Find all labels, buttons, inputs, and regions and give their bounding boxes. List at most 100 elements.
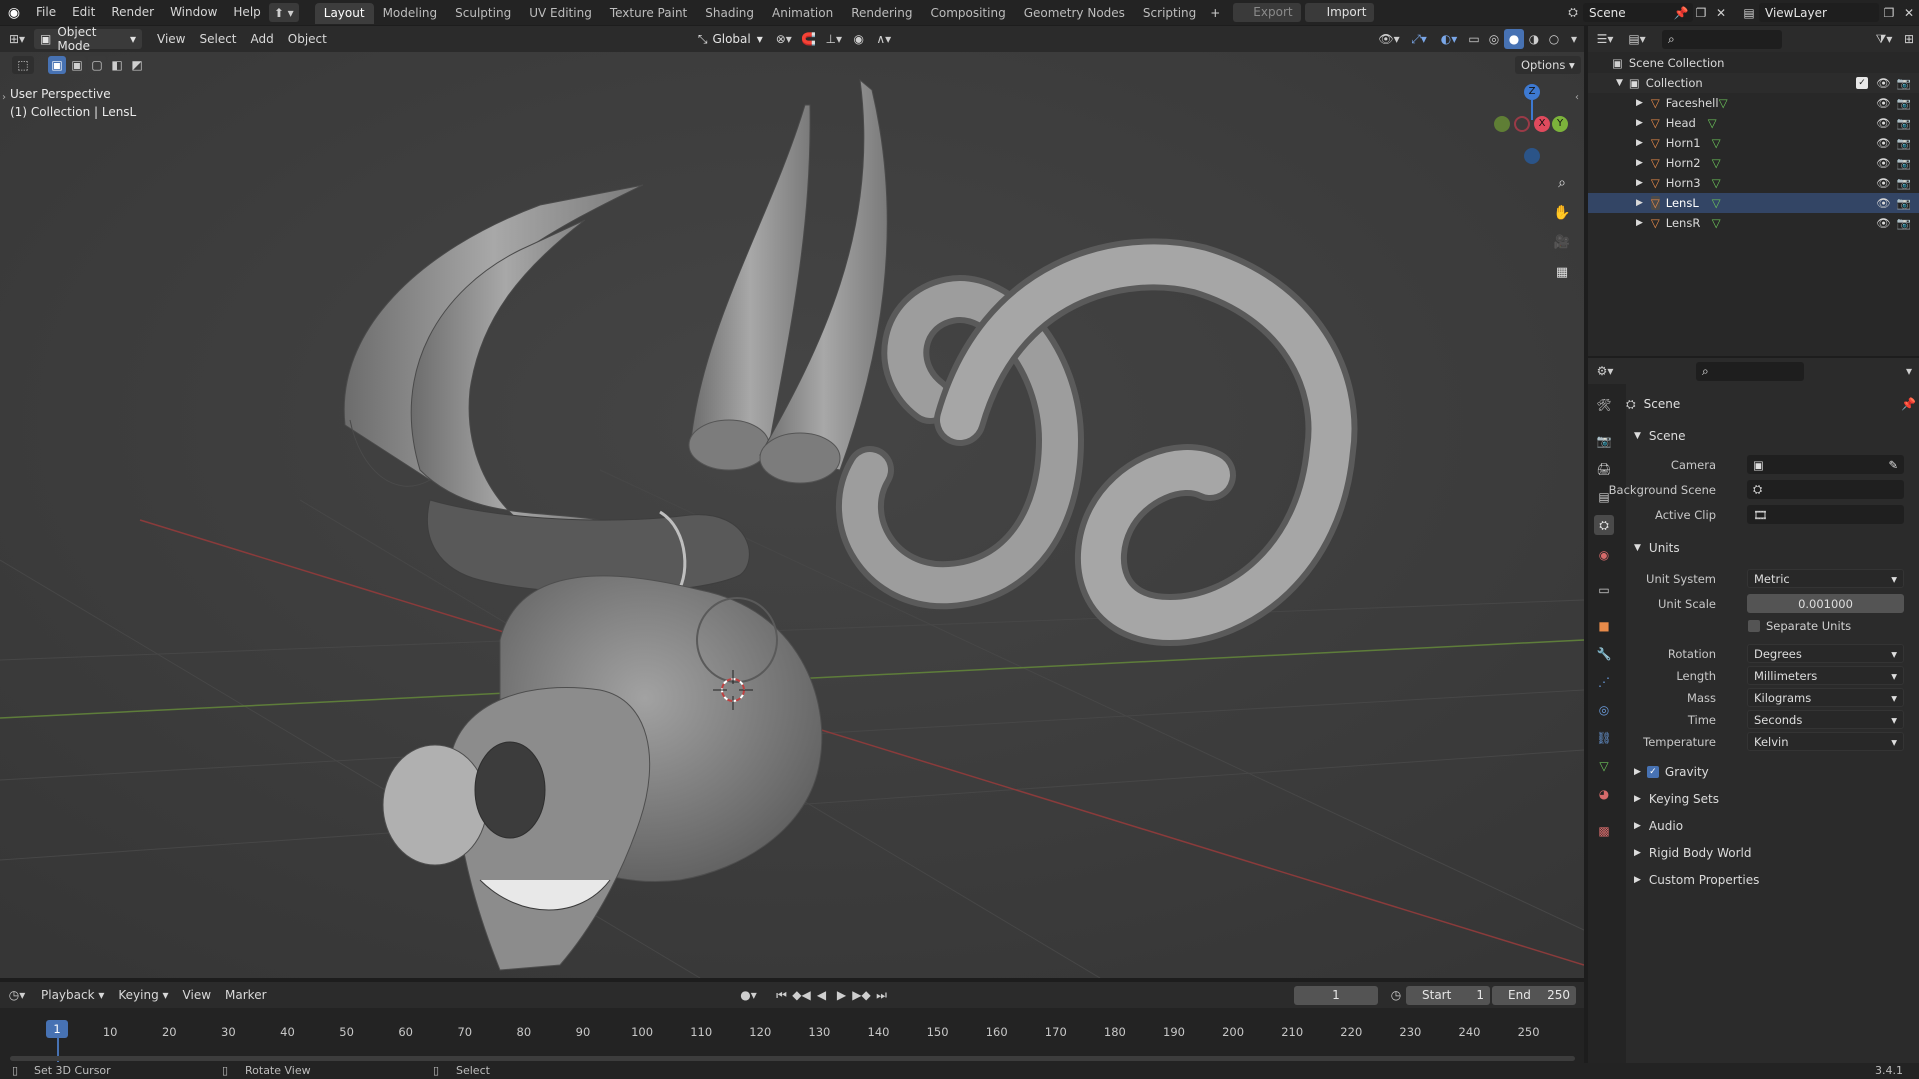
unit-system-dropdown[interactable]: Metric ▾ xyxy=(1747,569,1904,588)
wireframe-shading-icon[interactable]: ◎ xyxy=(1484,29,1504,49)
menu-playback[interactable]: Playback ▾ xyxy=(34,985,111,1005)
visibility-eye-icon[interactable]: 👁 xyxy=(1876,196,1891,210)
object-tab-icon[interactable]: ■ xyxy=(1594,616,1614,636)
menu-add[interactable]: Add xyxy=(244,29,281,49)
world-tab-icon[interactable]: ◉ xyxy=(1594,545,1614,565)
next-keyframe-icon[interactable]: ▶◆ xyxy=(852,985,872,1005)
separate-units-checkbox[interactable] xyxy=(1748,620,1760,632)
expand-icon[interactable]: ▶ xyxy=(1636,158,1643,168)
properties-editor-type-icon[interactable]: ⚙▾ xyxy=(1588,361,1622,381)
tool-tab-icon[interactable]: 🛠 xyxy=(1594,395,1614,415)
add-workspace-icon[interactable]: + xyxy=(1205,3,1225,23)
record-icon[interactable]: ●▾ xyxy=(734,985,764,1005)
visibility-eye-icon[interactable]: 👁 xyxy=(1876,156,1891,170)
panel-custom-properties-header[interactable]: ▶ Custom Properties xyxy=(1630,868,1912,892)
prev-keyframe-icon[interactable]: ◆◀ xyxy=(792,985,812,1005)
unit-scale-field[interactable]: 0.001000 xyxy=(1747,594,1904,613)
data-tab-icon[interactable]: ▽ xyxy=(1594,756,1614,776)
render-camera-icon[interactable]: 📷 xyxy=(1897,176,1911,190)
background-scene-field[interactable]: ⛭ xyxy=(1747,480,1904,499)
editor-type-icon[interactable]: ⊞▾ xyxy=(0,29,34,49)
proportional-edit-icon[interactable]: ◉ xyxy=(849,29,869,49)
visibility-eye-icon[interactable]: 👁 xyxy=(1876,136,1891,150)
viewport-canvas[interactable] xyxy=(0,52,1584,978)
visibility-eye-icon[interactable]: 👁 xyxy=(1876,76,1891,90)
3d-viewport[interactable]: User Perspective (1) Collection | LensL … xyxy=(0,52,1584,978)
gizmo-y-icon[interactable]: Y xyxy=(1552,116,1568,132)
playhead[interactable]: 1 xyxy=(46,1020,68,1038)
xray-icon[interactable]: ▭ xyxy=(1464,29,1484,49)
menu-render[interactable]: Render xyxy=(103,0,162,25)
expand-icon[interactable]: ▼ xyxy=(1616,78,1623,88)
material-tab-icon[interactable]: ◕ xyxy=(1594,784,1614,804)
panel-keying-sets-header[interactable]: ▶ Keying Sets xyxy=(1630,787,1912,811)
snap-target-icon[interactable]: ⊥▾ xyxy=(819,29,849,49)
pivot-icon[interactable]: ⊗▾ xyxy=(769,29,799,49)
expand-icon[interactable]: ▶ xyxy=(1636,178,1643,188)
render-camera-icon[interactable]: 📷 xyxy=(1897,116,1911,130)
shading-options-icon[interactable]: ▾ xyxy=(1564,29,1584,49)
time-dropdown[interactable]: Seconds ▾ xyxy=(1747,710,1904,729)
eyedropper-icon[interactable]: ✎ xyxy=(1888,458,1898,472)
render-camera-icon[interactable]: 📷 xyxy=(1897,76,1911,90)
panel-scene-header[interactable]: ▼ Scene xyxy=(1630,424,1912,448)
camera-view-icon[interactable]: 🎥 xyxy=(1551,232,1573,254)
clock-icon[interactable]: ◷ xyxy=(1386,985,1406,1005)
pan-hand-icon[interactable]: ✋ xyxy=(1551,202,1573,224)
select-subtract-icon[interactable]: ▢ xyxy=(88,56,106,74)
expand-icon[interactable]: ▶ xyxy=(1636,138,1643,148)
menu-select[interactable]: Select xyxy=(192,29,243,49)
outliner-row-lensl[interactable]: ▶ ▽ LensL ▽ 👁 📷 xyxy=(1588,193,1919,213)
visibility-icon[interactable]: 👁▾ xyxy=(1374,29,1404,49)
menu-object[interactable]: Object xyxy=(281,29,334,49)
material-shading-icon[interactable]: ◑ xyxy=(1524,29,1544,49)
blender-logo-icon[interactable]: ◉ xyxy=(0,3,28,23)
play-icon[interactable]: ▶ xyxy=(832,985,852,1005)
render-camera-icon[interactable]: 📷 xyxy=(1897,96,1911,110)
render-tab-icon[interactable]: 📷 xyxy=(1594,431,1614,451)
tab-scripting[interactable]: Scripting xyxy=(1134,3,1205,24)
gizmo-toggle-icon[interactable]: ⤢▾ xyxy=(1404,29,1434,49)
tab-geometry-nodes[interactable]: Geometry Nodes xyxy=(1015,3,1134,24)
expand-icon[interactable]: ▶ xyxy=(1636,198,1643,208)
texture-tab-icon[interactable]: ▩ xyxy=(1594,821,1614,841)
outliner-row-scene-collection[interactable]: ▣ Scene Collection xyxy=(1588,53,1919,73)
timeline-ruler[interactable]: 10 20 30 40 50 60 70 80 90 100 110 120 130 140 150 160 1… xyxy=(0,1008,1584,1063)
temperature-dropdown[interactable]: Kelvin ▾ xyxy=(1747,732,1904,751)
visibility-eye-icon[interactable]: 👁 xyxy=(1876,176,1891,190)
camera-field[interactable]: ▣ ✎ xyxy=(1747,455,1904,474)
new-collection-icon[interactable]: ⊞ xyxy=(1899,29,1919,49)
view-layer-icon[interactable]: ▤ xyxy=(1739,3,1759,23)
render-camera-icon[interactable]: 📷 xyxy=(1897,196,1911,210)
panel-units-header[interactable]: ▼ Units xyxy=(1630,536,1912,560)
display-mode-icon[interactable]: ▤▾ xyxy=(1622,29,1652,49)
mode-dropdown[interactable]: ▣ Object Mode ▾ xyxy=(34,25,142,53)
render-camera-icon[interactable]: 📷 xyxy=(1897,136,1911,150)
select-intersect-icon[interactable]: ◩ xyxy=(128,56,146,74)
tab-texture-paint[interactable]: Texture Paint xyxy=(601,3,696,24)
visibility-eye-icon[interactable]: 👁 xyxy=(1876,96,1891,110)
play-reverse-icon[interactable]: ◀ xyxy=(812,985,832,1005)
select-new-icon[interactable]: ▣ xyxy=(48,56,66,74)
tab-modeling[interactable]: Modeling xyxy=(374,3,447,24)
ortho-grid-icon[interactable]: ▦ xyxy=(1551,262,1573,284)
select-extend-icon[interactable]: ▣ xyxy=(68,56,86,74)
zoom-icon[interactable]: ⌕ xyxy=(1551,172,1573,194)
orientation-dropdown[interactable]: ⤡ Global ▾ xyxy=(692,29,769,49)
navigation-gizmo[interactable]: Z X Y xyxy=(1490,84,1570,168)
options-dropdown[interactable]: Options ▾ xyxy=(1515,56,1581,74)
menu-file[interactable]: File xyxy=(28,0,64,25)
tab-sculpting[interactable]: Sculpting xyxy=(446,3,520,24)
end-frame-field[interactable]: End 250 xyxy=(1492,985,1576,1005)
rotation-dropdown[interactable]: Degrees ▾ xyxy=(1747,644,1904,663)
menu-edit[interactable]: Edit xyxy=(64,0,103,25)
timeline-editor-type-icon[interactable]: ◷▾ xyxy=(0,985,34,1005)
panel-audio-header[interactable]: ▶ Audio xyxy=(1630,814,1912,838)
new-scene-icon[interactable]: ❐ xyxy=(1691,3,1711,23)
visibility-eye-icon[interactable]: 👁 xyxy=(1876,116,1891,130)
active-clip-field[interactable]: 🎞 xyxy=(1747,505,1904,524)
timeline-scrollbar[interactable] xyxy=(10,1056,1575,1061)
falloff-icon[interactable]: ∧▾ xyxy=(869,29,899,49)
solid-shading-icon[interactable]: ● xyxy=(1504,29,1524,49)
gravity-checkbox[interactable]: ✓ xyxy=(1646,766,1659,778)
